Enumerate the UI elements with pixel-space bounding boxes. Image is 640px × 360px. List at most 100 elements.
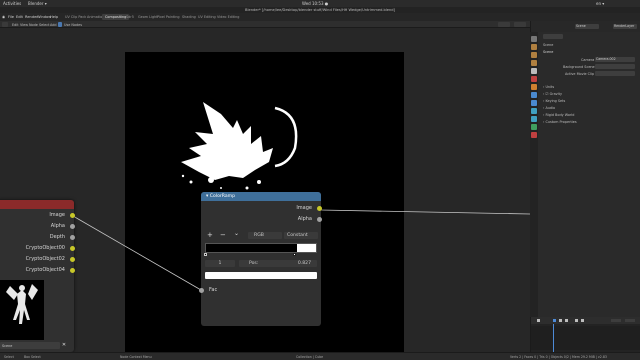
render-preview-thumbnail <box>0 280 44 340</box>
section-custom-properties[interactable]: › Custom Properties <box>543 120 577 124</box>
header-menu-select[interactable]: Select <box>39 23 49 27</box>
tab-video-editing[interactable]: Video Editing <box>214 14 242 20</box>
camera-field[interactable]: Camera.002 <box>595 57 635 62</box>
use-nodes-label: Use Nodes <box>64 22 83 27</box>
end-frame-field[interactable] <box>625 319 635 322</box>
scene-tab-icon[interactable] <box>531 68 537 74</box>
menu-file[interactable]: File <box>8 15 14 19</box>
scene-selector-field[interactable]: Scene <box>575 24 599 29</box>
output-tab-icon[interactable] <box>531 52 537 58</box>
node-editor-canvas[interactable]: Image Alpha Depth CryptoObject00 CryptoO… <box>0 28 530 352</box>
properties-breadcrumb: Scene <box>543 43 554 47</box>
material-tab-icon[interactable] <box>531 132 537 138</box>
keyframe-prev-icon[interactable] <box>575 319 578 322</box>
movie-clip-field[interactable] <box>595 71 635 76</box>
timeline-track[interactable] <box>531 326 640 350</box>
section-gravity[interactable]: › ☑ Gravity <box>543 92 562 96</box>
scene-selector[interactable]: Scene <box>0 342 60 349</box>
step-forward-icon[interactable] <box>559 319 562 322</box>
output-alpha-socket[interactable] <box>317 217 322 222</box>
view-layer-field[interactable]: RenderLayer <box>613 24 637 29</box>
close-icon[interactable]: ✕ <box>60 342 68 349</box>
clock[interactable]: Wed 10:53 ● <box>302 1 328 6</box>
ramp-black-region <box>206 244 298 252</box>
ramp-stop-0-handle[interactable] <box>204 253 207 256</box>
menu-edit[interactable]: Edit <box>16 15 23 19</box>
output-image-socket[interactable] <box>317 206 322 211</box>
status-context-hint: Node Context Menu <box>120 355 152 359</box>
output-crypto02-label: CryptoObject02 <box>25 256 65 262</box>
more-options-icon[interactable]: ⌄ <box>234 230 239 237</box>
render-layers-header[interactable] <box>0 200 74 209</box>
output-depth-label: Depth <box>49 234 65 240</box>
status-mouse-hint-select: Select <box>4 355 14 359</box>
interpolation-select[interactable]: Constant <box>284 232 318 239</box>
output-depth-socket[interactable] <box>70 235 75 240</box>
color-ramp-gradient[interactable] <box>205 243 317 253</box>
particles-tab-icon[interactable] <box>531 100 537 106</box>
backdrop-toggle[interactable] <box>498 22 510 27</box>
world-tab-icon[interactable] <box>531 76 537 82</box>
activities-button[interactable]: Activities <box>3 1 21 6</box>
section-audio[interactable]: › Audio <box>543 106 555 110</box>
modifier-tab-icon[interactable] <box>531 92 537 98</box>
color-mode-select[interactable]: RGB <box>248 232 282 239</box>
jump-end-icon[interactable] <box>565 319 568 322</box>
playhead[interactable] <box>553 324 554 352</box>
play-icon[interactable] <box>553 319 556 322</box>
header-menu-edit[interactable]: Edit <box>12 23 19 27</box>
output-crypto02-socket[interactable] <box>70 257 75 262</box>
output-crypto04-socket[interactable] <box>70 268 75 273</box>
editor-type-icon[interactable] <box>2 22 8 27</box>
outliner-header: Scene RenderLayer <box>530 21 640 32</box>
playback-menu-icon[interactable] <box>537 319 540 322</box>
menu-render[interactable]: Render <box>25 15 38 19</box>
section-units[interactable]: › Units <box>543 85 554 89</box>
node-editor-header: Edit View Node Select Add Use Nodes <box>0 21 530 28</box>
start-frame-field[interactable] <box>611 319 621 322</box>
output-image-socket[interactable] <box>70 213 75 218</box>
view-layer-tab-icon[interactable] <box>531 60 537 66</box>
ramp-white-region <box>297 244 316 252</box>
physics-tab-icon[interactable] <box>531 108 537 114</box>
remove-stop-button[interactable]: − <box>220 231 226 239</box>
scene-section-header[interactable]: Scene <box>543 50 553 54</box>
language-indicator[interactable]: en ▾ <box>596 1 604 6</box>
overlay-toggle[interactable] <box>514 22 526 27</box>
timeline-editor[interactable] <box>530 317 640 352</box>
constraints-tab-icon[interactable] <box>531 116 537 122</box>
window-title: Blender* [/home/lee/Desktop/blender stuf… <box>245 8 395 12</box>
top-menu-bar: ◉ File Edit Render Window Help UV Clip P… <box>0 13 640 21</box>
active-stop-index-field[interactable]: 1 <box>205 260 235 267</box>
header-menu-node[interactable]: Node <box>29 23 38 27</box>
ramp-stop-1-handle[interactable] <box>293 253 296 256</box>
output-crypto04-label: CryptoObject04 <box>25 267 65 273</box>
section-rigid-body-world[interactable]: › Rigid Body World <box>543 113 574 117</box>
stop-position-field[interactable]: Pos: 0.827 <box>239 260 317 267</box>
render-tab-icon[interactable] <box>531 44 537 50</box>
output-alpha-socket[interactable] <box>70 224 75 229</box>
object-tab-icon[interactable] <box>531 84 537 90</box>
status-stats: Verts 2 | Faces 0 | Tris 0 | Objects 0/2… <box>510 355 607 359</box>
input-fac-socket[interactable] <box>199 288 204 293</box>
render-layers-node[interactable]: Image Alpha Depth CryptoObject00 CryptoO… <box>0 200 75 352</box>
header-menu-view[interactable]: View <box>20 23 28 27</box>
header-menu-add[interactable]: Add <box>50 23 57 27</box>
colorramp-header[interactable]: ▾ ColorRamp <box>201 192 321 201</box>
tool-tab-icon[interactable] <box>531 36 537 42</box>
keyframe-next-icon[interactable] <box>581 319 584 322</box>
section-keying-sets[interactable]: › Keying Sets <box>543 99 565 103</box>
properties-search[interactable] <box>543 34 563 39</box>
use-nodes-checkbox[interactable] <box>58 22 62 27</box>
menu-help[interactable]: Help <box>50 15 58 19</box>
blender-logo-icon[interactable]: ◉ <box>2 15 5 19</box>
add-stop-button[interactable]: + <box>207 231 213 239</box>
app-menu[interactable]: Blender ▾ <box>28 1 47 6</box>
stop-color-swatch[interactable] <box>205 272 317 279</box>
colorramp-node[interactable]: ▾ ColorRamp Image Alpha + − ⌄ RGB Consta… <box>199 192 322 326</box>
timeline-header <box>531 317 640 324</box>
data-tab-icon[interactable] <box>531 124 537 130</box>
background-scene-label: Background Scene <box>563 65 595 69</box>
output-crypto00-socket[interactable] <box>70 246 75 251</box>
background-scene-field[interactable] <box>595 64 635 69</box>
